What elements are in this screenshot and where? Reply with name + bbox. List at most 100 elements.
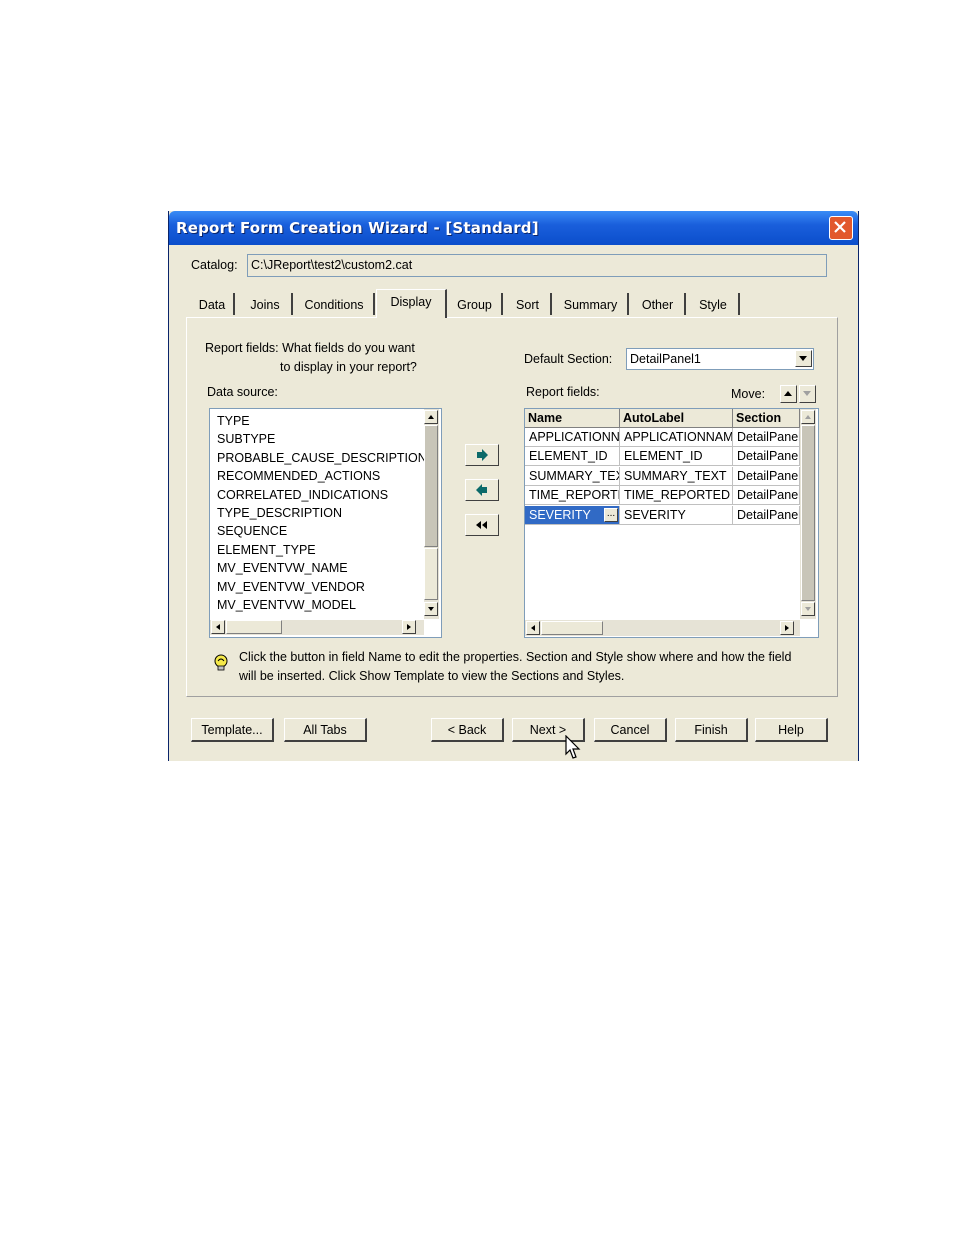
catalog-field[interactable]: C:\JReport\test2\custom2.cat [247,254,827,277]
list-item[interactable]: MV_EVENTVW_NAME [217,561,348,575]
table-cell-name-selected[interactable]: SEVERITY ... [525,506,620,525]
table-cell-section[interactable]: DetailPanel1 [733,447,800,466]
tab-group[interactable]: Group [448,293,503,315]
arrow-left-icon [531,625,535,631]
selected-field-name: SEVERITY [529,508,591,522]
scroll-track[interactable] [801,425,815,601]
tab-joins[interactable]: Joins [239,293,293,315]
list-item[interactable]: RECOMMENDED_ACTIONS [217,469,380,483]
table-cell-autolabel[interactable]: SEVERITY [620,506,733,525]
dropdown-button[interactable] [795,350,812,367]
arrow-right-icon [785,625,789,631]
report-fields-grid[interactable]: Name AutoLabel Section APPLICATIONNAME A… [524,408,819,638]
table-cell-section[interactable]: DetailPanel1 [733,467,800,486]
scroll-down-button[interactable] [424,602,438,616]
add-field-button[interactable] [465,444,499,466]
list-item[interactable]: TYPE_DESCRIPTION [217,506,342,520]
edit-properties-button[interactable]: ... [604,508,618,522]
report-fields-label: Report fields: [526,385,600,399]
tab-data[interactable]: Data [191,293,235,315]
tab-summary[interactable]: Summary [554,293,629,315]
finish-button[interactable]: Finish [675,718,748,742]
arrow-left-icon [216,624,220,630]
vertical-scrollbar[interactable] [800,409,816,619]
scroll-right-button[interactable] [402,620,416,634]
scroll-thumb[interactable] [424,548,438,600]
horizontal-scrollbar[interactable] [210,620,424,635]
intro-text-line2: to display in your report? [280,360,417,374]
tab-other[interactable]: Other [631,293,686,315]
table-cell-name[interactable]: SUMMARY_TEXT [525,467,620,486]
table-cell-autolabel[interactable]: TIME_REPORTED [620,486,733,505]
cancel-button[interactable]: Cancel [594,718,667,742]
scroll-right-button[interactable] [780,621,794,635]
table-cell-autolabel[interactable]: APPLICATIONNAME [620,428,733,447]
scroll-track[interactable] [424,425,438,547]
list-item[interactable]: ELEMENT_TYPE [217,543,316,557]
vertical-scrollbar[interactable] [424,409,439,619]
data-source-list[interactable]: TYPE SUBTYPE PROBABLE_CAUSE_DESCRIPTION … [209,408,442,638]
lightbulb-icon [214,654,228,671]
arrow-down-icon [428,607,434,611]
remove-field-button[interactable] [465,479,499,501]
close-button[interactable] [829,216,853,240]
table-cell-name[interactable]: ELEMENT_ID [525,447,620,466]
list-item[interactable]: TYPE [217,414,250,428]
arrow-right-icon [477,449,488,461]
table-cell-section[interactable]: DetailPanel1 [733,486,800,505]
scroll-up-button[interactable] [801,410,815,424]
column-header-section[interactable]: Section [733,409,800,428]
table-cell-section[interactable]: DetailPanel1 [733,506,800,525]
list-item[interactable]: SUBTYPE [217,432,275,446]
move-down-button[interactable] [799,385,816,403]
column-header-autolabel[interactable]: AutoLabel [620,409,733,428]
table-cell-name[interactable]: TIME_REPORTED [525,486,620,505]
list-item[interactable]: SEQUENCE [217,524,287,538]
help-button[interactable]: Help [755,718,828,742]
scroll-left-button[interactable] [526,621,540,635]
default-section-select[interactable]: DetailPanel1 [626,348,814,370]
arrow-up-icon [428,415,434,419]
double-arrow-left-icon [476,521,487,529]
tab-display[interactable]: Display [376,289,447,318]
arrow-down-icon [805,607,811,611]
list-item[interactable]: PROBABLE_CAUSE_DESCRIPTION [217,451,427,465]
column-header-name[interactable]: Name [525,409,620,428]
table-cell-autolabel[interactable]: ELEMENT_ID [620,447,733,466]
default-section-value: DetailPanel1 [630,352,701,366]
table-cell-name[interactable]: APPLICATIONNAME [525,428,620,447]
intro-text-line1: Report fields: What fields do you want [205,341,415,355]
scroll-left-button[interactable] [211,620,225,634]
arrow-up-icon [784,391,792,396]
arrow-up-icon [805,415,811,419]
template-button[interactable]: Template... [191,718,274,742]
title-bar[interactable]: Report Form Creation Wizard - [Standard] [169,211,858,245]
table-cell-section[interactable]: DetailPanel1 [733,428,800,447]
tab-sort[interactable]: Sort [505,293,552,315]
tab-conditions[interactable]: Conditions [295,293,375,315]
scroll-thumb[interactable] [226,620,282,634]
back-button[interactable]: < Back [431,718,504,742]
table-cell-autolabel[interactable]: SUMMARY_TEXT [620,467,733,486]
window-title: Report Form Creation Wizard - [Standard] [176,219,539,237]
scroll-up-button[interactable] [424,410,438,424]
arrow-right-icon [407,624,411,630]
scroll-down-button[interactable] [801,602,815,616]
scroll-thumb[interactable] [541,621,603,635]
move-label: Move: [731,387,766,401]
data-source-label: Data source: [207,385,278,399]
move-up-button[interactable] [780,385,797,403]
list-item[interactable]: MV_EVENTVW_MODEL [217,598,356,612]
remove-all-button[interactable] [465,514,499,536]
list-item[interactable]: CORRELATED_INDICATIONS [217,488,388,502]
mouse-cursor-icon [565,735,581,759]
close-icon [834,221,846,233]
list-item[interactable]: MV_EVENTVW_VENDOR [217,580,365,594]
horizontal-scrollbar[interactable] [525,620,800,636]
arrow-left-icon [476,484,487,496]
chevron-down-icon [799,356,807,361]
tab-style[interactable]: Style [688,293,740,315]
catalog-label: Catalog: [191,258,238,272]
all-tabs-button[interactable]: All Tabs [284,718,367,742]
hint-text-line2: will be inserted. Click Show Template to… [239,669,625,683]
